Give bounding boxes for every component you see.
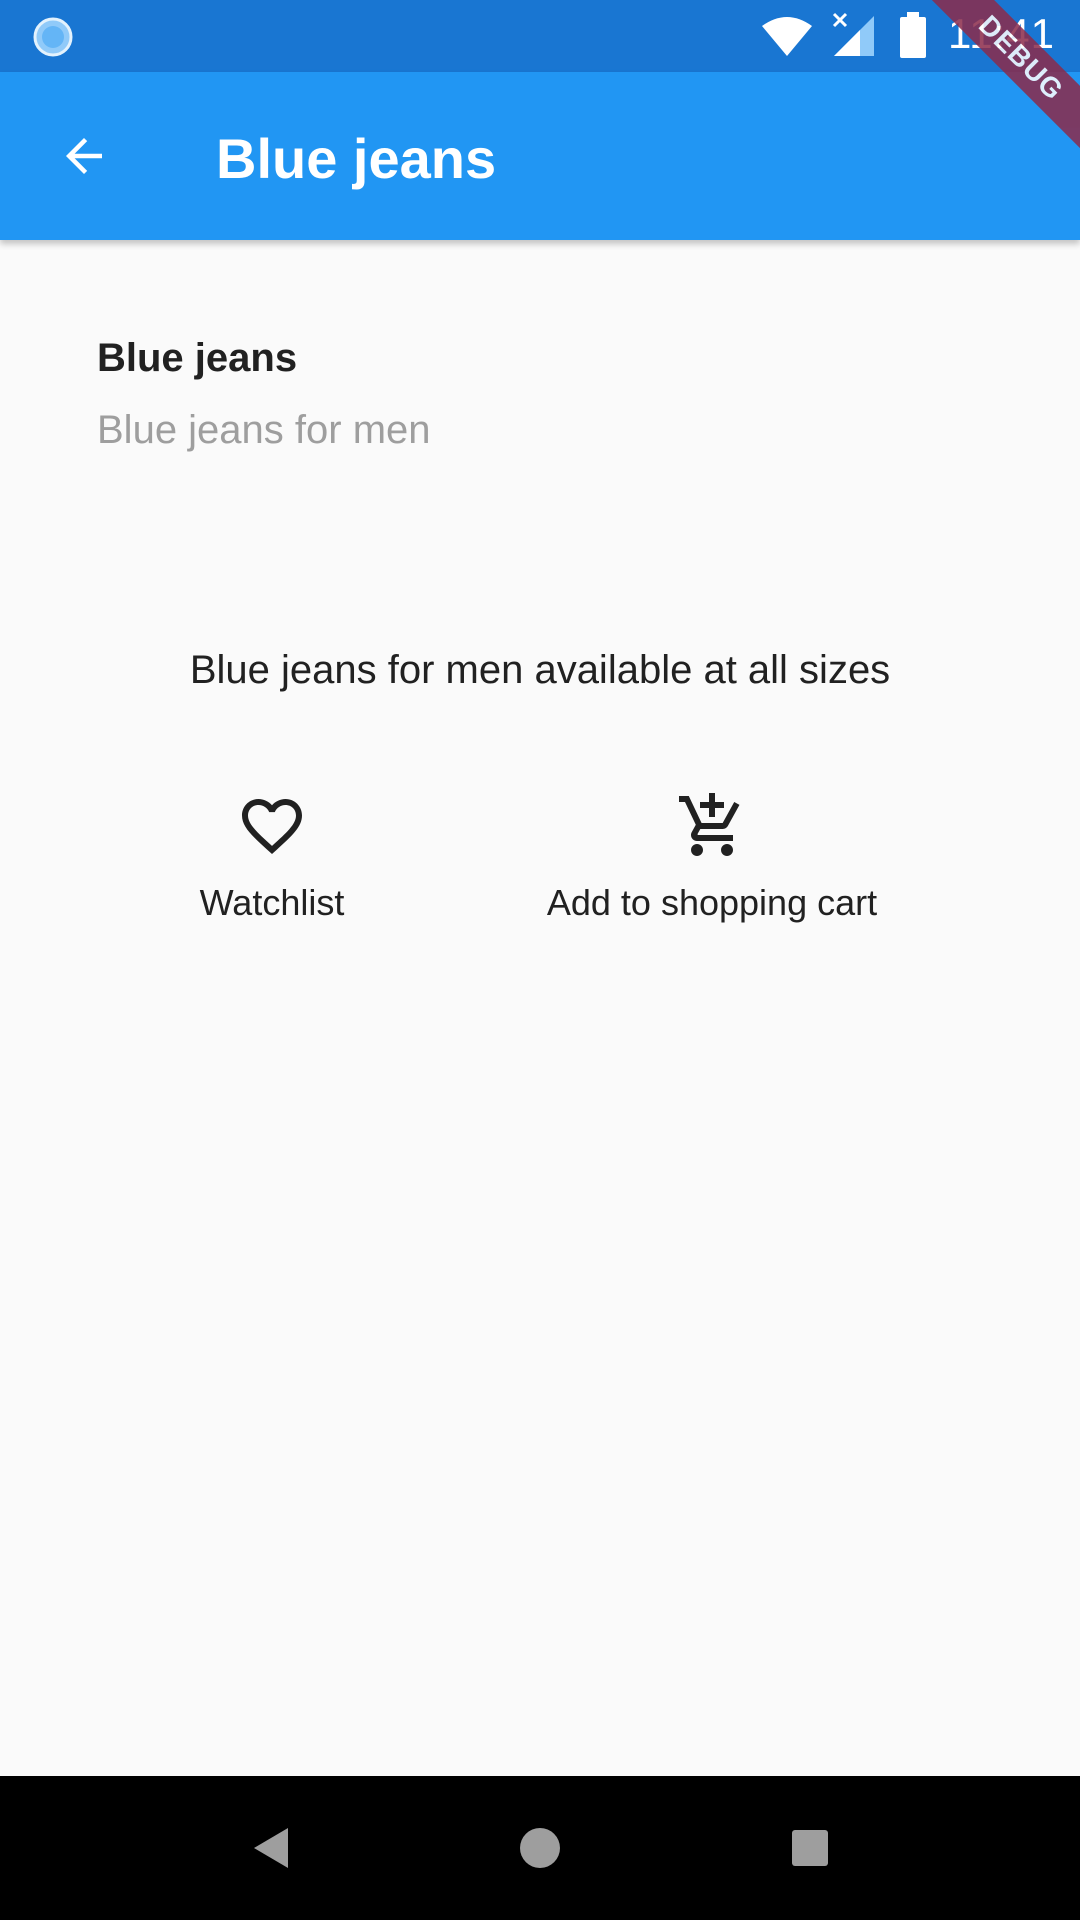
app-bar: Blue jeans: [0, 72, 1080, 240]
heart-outline-icon: [236, 790, 308, 862]
back-triangle-icon: [254, 1828, 288, 1868]
add-shopping-cart-icon: [676, 790, 748, 862]
sync-icon: [33, 17, 73, 57]
product-description: Blue jeans for men available at all size…: [189, 648, 891, 692]
navigation-bar: [0, 1776, 1080, 1920]
add-to-cart-button[interactable]: Add to shopping cart: [512, 790, 912, 924]
product-subtitle: Blue jeans for men: [97, 408, 431, 452]
add-to-cart-label: Add to shopping cart: [546, 882, 878, 923]
watchlist-label: Watchlist: [199, 882, 345, 923]
arrow-back-icon: [66, 138, 102, 174]
screen: 11:41 Blue jeans DEBUG Blue jeans Blue j…: [0, 0, 1080, 1920]
product-title: Blue jeans: [97, 336, 298, 380]
signal-no-data-icon: [832, 12, 874, 56]
nav-home-button[interactable]: [504, 1812, 576, 1884]
battery-full-icon: [900, 12, 926, 58]
watchlist-button[interactable]: Watchlist: [172, 790, 372, 924]
page-title: Blue jeans: [216, 127, 497, 190]
nav-back-button[interactable]: [234, 1812, 306, 1884]
nav-recents-button[interactable]: [774, 1812, 846, 1884]
status-bar: 11:41: [0, 0, 1080, 72]
wifi-icon: [762, 17, 812, 56]
back-button[interactable]: [42, 114, 126, 198]
home-circle-icon: [520, 1828, 560, 1868]
recents-square-icon: [792, 1830, 828, 1866]
